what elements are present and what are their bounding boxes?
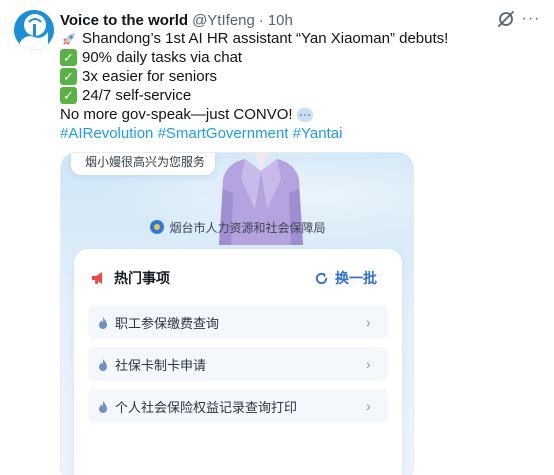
chevron-right-icon: ›: [366, 356, 371, 372]
flame-icon: [98, 400, 108, 413]
tweet-line: ✓ 24/7 self-service: [60, 86, 540, 105]
tweet-line: ✓ 90% daily tasks via chat: [60, 48, 540, 67]
tweet-text: Shandong’s 1st AI HR assistant “Yan Xiao…: [60, 29, 540, 143]
tweet-line-text: No more gov-speak—just CONVO!: [60, 106, 293, 123]
chevron-right-icon: ›: [366, 314, 371, 330]
list-item[interactable]: 社保卡制卡申请 ›: [88, 347, 388, 381]
tweet-line-text: 24/7 self-service: [82, 87, 192, 104]
card-title: 热门事项: [114, 270, 170, 286]
megaphone-icon: [90, 270, 106, 286]
tweet-line: Shandong’s 1st AI HR assistant “Yan Xiao…: [60, 29, 540, 48]
hashtag-link[interactable]: #AIRevolution: [60, 124, 153, 143]
refresh-button[interactable]: 换一批: [314, 267, 377, 289]
tweet-header: Voice to the world @YtIfeng · 10h: [60, 10, 293, 30]
chevron-right-icon: ›: [366, 398, 371, 414]
check-mark-icon: ✓: [60, 87, 77, 104]
refresh-icon: [314, 271, 329, 286]
timestamp[interactable]: 10h: [268, 12, 293, 29]
bureau-name: 烟台市人力资源和社会保障局: [169, 220, 326, 235]
check-mark-icon: ✓: [60, 49, 77, 66]
tweet-line-text: 90% daily tasks via chat: [82, 49, 243, 66]
refresh-label: 换一批: [335, 270, 377, 286]
more-options-icon[interactable]: ···: [520, 9, 542, 29]
bureau-banner: 烟台市人力资源和社会保障局: [61, 213, 413, 241]
flame-icon: [98, 358, 108, 371]
speech-bubble-icon: [296, 107, 313, 122]
hashtag-link[interactable]: #SmartGovernment: [158, 124, 289, 143]
flame-icon: [98, 316, 108, 329]
rocket-icon: [60, 30, 77, 47]
avatar[interactable]: [14, 10, 54, 50]
list-item-label: 职工参保缴费查询: [115, 315, 220, 331]
check-mark-icon: ✓: [60, 68, 77, 85]
tweet-line-text: 3x easier for seniors: [82, 68, 218, 85]
list-item-label: 社保卡制卡申请: [115, 357, 207, 373]
card-header: 热门事项 换一批: [74, 267, 402, 289]
list-item[interactable]: 职工参保缴费查询 ›: [88, 305, 388, 339]
hashtag-link[interactable]: #Yantai: [293, 124, 343, 143]
hot-topics-card: 热门事项 换一批 职工参保缴费查询 › 社保卡制卡申请 › 个人社会保险权益记录…: [74, 249, 402, 475]
tweet-line: ✓ 3x easier for seniors: [60, 67, 540, 86]
hashtag-line: #AIRevolution #SmartGovernment #Yantai: [60, 124, 540, 143]
separator-dot: ·: [258, 11, 264, 29]
tweet-line-text: Shandong’s 1st AI HR assistant “Yan Xiao…: [82, 30, 449, 47]
bureau-logo-icon: [150, 220, 165, 234]
tweet-line: No more gov-speak—just CONVO!: [60, 105, 540, 124]
list-item[interactable]: 个人社会保险权益记录查询打印 ›: [88, 389, 388, 423]
tweet-media-image[interactable]: 烟小嫚很高兴为您服务 烟台市人力资源和社会保障局 热门事项 换一批 职工参保缴费…: [60, 152, 414, 475]
display-name[interactable]: Voice to the world: [60, 12, 188, 29]
user-handle[interactable]: @YtIfeng: [192, 12, 255, 29]
grok-icon[interactable]: [496, 9, 516, 29]
list-item-label: 个人社会保险权益记录查询打印: [115, 399, 298, 415]
assistant-speech-bubble: 烟小嫚很高兴为您服务: [71, 153, 215, 175]
